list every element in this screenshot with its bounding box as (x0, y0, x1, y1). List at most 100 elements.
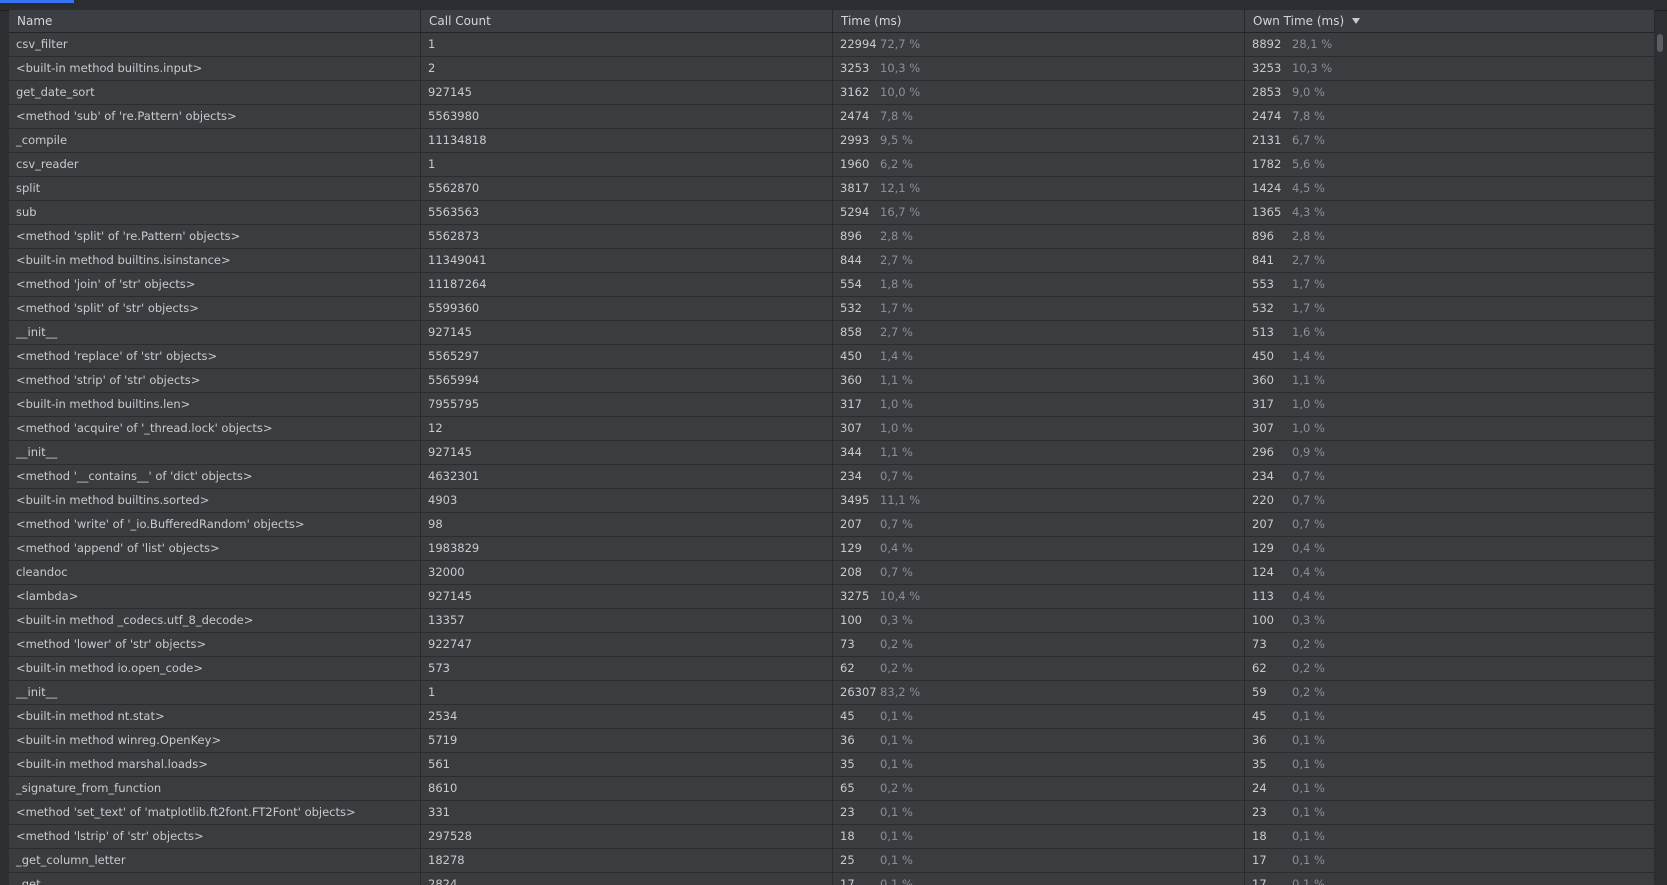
cell-name: __init__ (9, 681, 421, 704)
table-row[interactable]: __init__ 927145 344 1,1 % 296 0,9 % (9, 441, 1655, 465)
table-row[interactable]: <method 'write' of '_io.BufferedRandom' … (9, 513, 1655, 537)
cell-time-percent: 0,7 % (880, 517, 913, 531)
cell-time: 45 0,1 % (833, 705, 1245, 728)
cell-time: 532 1,7 % (833, 297, 1245, 320)
cell-name: <built-in method builtins.isinstance> (9, 249, 421, 272)
cell-own-time-percent: 0,2 % (1292, 661, 1325, 675)
cell-own-time-percent: 1,7 % (1292, 277, 1325, 291)
table-row[interactable]: split 5562870 3817 12,1 % 1424 4,5 % (9, 177, 1655, 201)
table-row[interactable]: __init__ 1 26307 83,2 % 59 0,2 % (9, 681, 1655, 705)
table-row[interactable]: csv_reader 1 1960 6,2 % 1782 5,6 % (9, 153, 1655, 177)
table-row[interactable]: _compile 11134818 2993 9,5 % 2131 6,7 % (9, 129, 1655, 153)
column-header-call-count[interactable]: Call Count (421, 10, 833, 32)
cell-own-time-percent: 10,3 % (1292, 61, 1333, 75)
cell-time-value: 25 (840, 853, 855, 867)
profiler-window: Name Call Count Time (ms) Own Time (ms) … (0, 0, 1667, 885)
cell-call-count: 927145 (421, 321, 833, 344)
table-row[interactable]: <built-in method builtins.sorted> 4903 349… (9, 489, 1655, 513)
table-row[interactable]: <method 'acquire' of '_thread.lock' obje… (9, 417, 1655, 441)
table-row[interactable]: <method 'split' of 're.Pattern' objects>… (9, 225, 1655, 249)
table-row[interactable]: <built-in method builtins.len> 7955795 317… (9, 393, 1655, 417)
cell-name: cleandoc (9, 561, 421, 584)
cell-time-percent: 0,1 % (880, 853, 913, 867)
table-row[interactable]: <built-in method builtins.isinstance> 113… (9, 249, 1655, 273)
cell-call-count: 1 (421, 681, 833, 704)
cell-time-value: 207 (840, 517, 862, 531)
scrollbar-thumb[interactable] (1657, 34, 1663, 52)
cell-time: 3817 12,1 % (833, 177, 1245, 200)
cell-time-value: 234 (840, 469, 862, 483)
cell-time: 450 1,4 % (833, 345, 1245, 368)
active-tab-indicator[interactable] (0, 0, 74, 3)
cell-time-value: 18 (840, 829, 855, 843)
cell-own-time: 18 0,1 % (1245, 825, 1655, 848)
table-row[interactable]: <method 'lstrip' of 'str' objects> 297528… (9, 825, 1655, 849)
cell-call-count: 5562873 (421, 225, 833, 248)
cell-time-value: 17 (840, 877, 855, 885)
cell-name: <built-in method builtins.len> (9, 393, 421, 416)
column-header-name[interactable]: Name (9, 10, 421, 32)
cell-own-time-value: 24 (1252, 781, 1267, 795)
column-header-own-time-label: Own Time (ms) (1253, 14, 1345, 28)
cell-own-time: 1424 4,5 % (1245, 177, 1655, 200)
cell-own-time: 1365 4,3 % (1245, 201, 1655, 224)
table-row[interactable]: <method 'set_text' of 'matplotlib.ft2fon… (9, 801, 1655, 825)
cell-call-count: 573 (421, 657, 833, 680)
cell-name: <built-in method marshal.loads> (9, 753, 421, 776)
table-row[interactable]: <built-in method winreg.OpenKey> 5719 36 0,… (9, 729, 1655, 753)
table-row[interactable]: <method 'split' of 'str' objects> 5599360… (9, 297, 1655, 321)
cell-own-time-percent: 0,1 % (1292, 733, 1325, 747)
column-header-own-time[interactable]: Own Time (ms) (1245, 10, 1655, 32)
cell-time-percent: 83,2 % (880, 685, 921, 699)
cell-own-time-percent: 4,5 % (1292, 181, 1325, 195)
cell-own-time-value: 296 (1252, 445, 1274, 459)
cell-call-count: 1 (421, 33, 833, 56)
table-row[interactable]: <built-in method marshal.loads> 561 35 0,1 … (9, 753, 1655, 777)
cell-own-time-percent: 1,0 % (1292, 397, 1325, 411)
cell-time-percent: 1,7 % (880, 301, 913, 315)
table-row[interactable]: <method 'append' of 'list' objects> 19838… (9, 537, 1655, 561)
cell-time-percent: 0,2 % (880, 637, 913, 651)
table-row[interactable]: <lambda> 927145 3275 10,4 % 113 0,4 % (9, 585, 1655, 609)
cell-own-time-percent: 0,7 % (1292, 493, 1325, 507)
table-row[interactable]: __init__ 927145 858 2,7 % 513 1,6 % (9, 321, 1655, 345)
cell-time-value: 3275 (840, 589, 870, 603)
cell-call-count: 927145 (421, 81, 833, 104)
table-row[interactable]: _signature_from_function 8610 65 0,2 % 24 0,1… (9, 777, 1655, 801)
table-row[interactable]: <method 'lower' of 'str' objects> 922747 7… (9, 633, 1655, 657)
vertical-scrollbar[interactable] (1655, 32, 1665, 885)
cell-call-count: 5599360 (421, 297, 833, 320)
table-row[interactable]: <built-in method nt.stat> 2534 45 0,1 % 45 0,… (9, 705, 1655, 729)
cell-own-time: 36 0,1 % (1245, 729, 1655, 752)
table-row[interactable]: <method 'sub' of 're.Pattern' objects> 55… (9, 105, 1655, 129)
table-row[interactable]: <method 'join' of 'str' objects> 11187264… (9, 273, 1655, 297)
cell-call-count: 2534 (421, 705, 833, 728)
cell-own-time: 307 1,0 % (1245, 417, 1655, 440)
cell-own-time-percent: 6,7 % (1292, 133, 1325, 147)
table-row[interactable]: cleandoc 32000 208 0,7 % 124 0,4 % (9, 561, 1655, 585)
cell-own-time-percent: 4,3 % (1292, 205, 1325, 219)
cell-time-percent: 16,7 % (880, 205, 921, 219)
table-row[interactable]: <built-in method io.open_code> 573 62 0,2 %… (9, 657, 1655, 681)
table-row[interactable]: <method 'strip' of 'str' objects> 5565994… (9, 369, 1655, 393)
table-row[interactable]: csv_filter 1 22994 72,7 % 8892 28,1 % (9, 33, 1655, 57)
table-row[interactable]: <method '__contains__' of 'dict' objects… (9, 465, 1655, 489)
cell-own-time-value: 220 (1252, 493, 1274, 507)
cell-own-time-value: 307 (1252, 421, 1274, 435)
cell-own-time-percent: 9,0 % (1292, 85, 1325, 99)
table-row[interactable]: <method 'replace' of 'str' objects> 55652… (9, 345, 1655, 369)
table-row[interactable]: _get_column_letter 18278 25 0,1 % 17 0,1 % (9, 849, 1655, 873)
cell-time-value: 317 (840, 397, 862, 411)
column-header-time[interactable]: Time (ms) (833, 10, 1245, 32)
cell-own-time: 1782 5,6 % (1245, 153, 1655, 176)
cell-call-count: 12 (421, 417, 833, 440)
table-row[interactable]: sub 5563563 5294 16,7 % 1365 4,3 % (9, 201, 1655, 225)
table-row[interactable]: <built-in method builtins.input> 2 3253 10,… (9, 57, 1655, 81)
cell-call-count: 2824 (421, 873, 833, 885)
cell-time-percent: 0,1 % (880, 829, 913, 843)
cell-time: 858 2,7 % (833, 321, 1245, 344)
cell-own-time-value: 62 (1252, 661, 1267, 675)
table-row[interactable]: _get 2824 17 0,1 % 17 0,1 % (9, 873, 1655, 885)
table-row[interactable]: <built-in method _codecs.utf_8_decode> 13… (9, 609, 1655, 633)
table-row[interactable]: get_date_sort 927145 3162 10,0 % 2853 9,0 % (9, 81, 1655, 105)
